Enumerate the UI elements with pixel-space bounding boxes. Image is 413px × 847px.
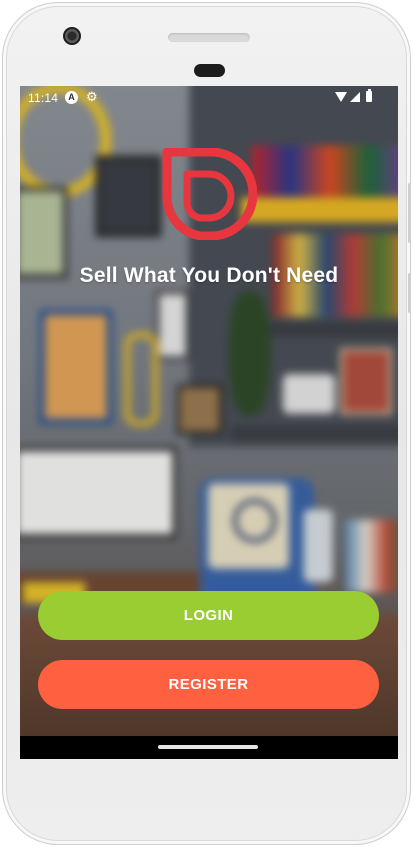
signal-icon [350, 92, 360, 102]
status-bar: 11:14 A ⚙ [20, 86, 398, 110]
status-time: 11:14 [28, 91, 59, 105]
app-screen: 11:14 A ⚙ Sell What You Don't Need LOGIN… [20, 86, 398, 759]
navigation-bar [20, 736, 398, 759]
d-logo-icon [162, 148, 257, 240]
front-camera [63, 27, 81, 45]
volume-button [408, 183, 411, 243]
wifi-icon [335, 92, 347, 102]
app-tagline: Sell What You Don't Need [79, 264, 339, 287]
speaker-grille [168, 33, 250, 42]
phone-frame: 11:14 A ⚙ Sell What You Don't Need LOGIN… [2, 2, 411, 845]
gear-icon: ⚙ [86, 89, 98, 104]
login-button[interactable]: LOGIN [38, 591, 379, 640]
register-button[interactable]: REGISTER [38, 660, 379, 709]
home-indicator[interactable] [158, 745, 258, 749]
power-button [408, 273, 411, 313]
earpiece [194, 64, 225, 77]
android-auto-icon: A [65, 91, 78, 104]
battery-icon [366, 89, 372, 102]
